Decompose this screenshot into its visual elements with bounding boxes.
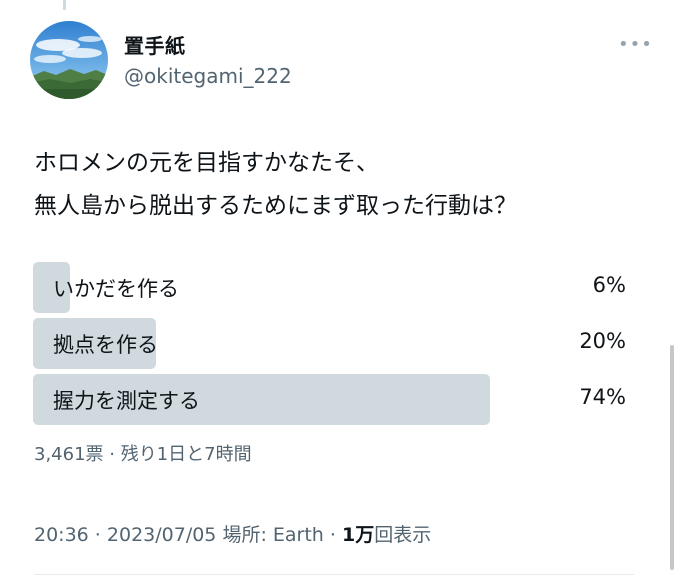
divider: [34, 574, 634, 575]
tweet-timestamp[interactable]: 20:36 · 2023/07/05 場所: Earth · 1万回表示: [34, 520, 431, 547]
user-handle[interactable]: @okitegami_222: [124, 64, 292, 88]
view-count: 1万: [341, 524, 375, 546]
poll-meta: 3,461票 · 残り1日と7時間: [34, 444, 252, 465]
poll-option-percent: 6%: [592, 273, 626, 297]
poll: いかだを作る 6% 拠点を作る 20% 握力を測定する 74%: [33, 262, 626, 430]
separator: ·: [323, 524, 342, 546]
poll-option-label: 握力を測定する: [53, 389, 200, 413]
tweet-time: 20:36: [34, 524, 89, 546]
avatar[interactable]: [30, 21, 108, 99]
separator: ·: [88, 524, 107, 546]
scrollbar[interactable]: [670, 345, 674, 570]
poll-option[interactable]: 握力を測定する 74%: [33, 374, 626, 425]
thread-connector-line: [63, 0, 66, 10]
poll-option[interactable]: いかだを作る 6%: [33, 262, 626, 313]
tweet-text: ホロメンの元を目指すかなたそ、 無人島から脱出するためにまず取った行動は？: [34, 142, 654, 228]
poll-option-label: 拠点を作る: [53, 333, 158, 357]
tweet-date: 2023/07/05: [106, 524, 217, 546]
tweet-location: 場所: Earth: [216, 524, 324, 546]
more-options-icon[interactable]: •••: [618, 34, 653, 55]
tweet-text-line: ホロメンの元を目指すかなたそ、: [34, 150, 379, 176]
poll-option-percent: 74%: [579, 385, 626, 409]
tweet-card: 置手紙 @okitegami_222 ••• ホロメンの元を目指すかなたそ、 無…: [0, 0, 680, 580]
landscape-avatar-icon: [30, 21, 108, 99]
poll-option-label: いかだを作る: [53, 277, 179, 301]
poll-option-percent: 20%: [579, 329, 626, 353]
display-name[interactable]: 置手紙: [124, 30, 186, 59]
tweet-text-line: 無人島から脱出するためにまず取った行動は？: [34, 193, 517, 219]
view-count-label: 回表示: [374, 524, 432, 546]
poll-option[interactable]: 拠点を作る 20%: [33, 318, 626, 369]
